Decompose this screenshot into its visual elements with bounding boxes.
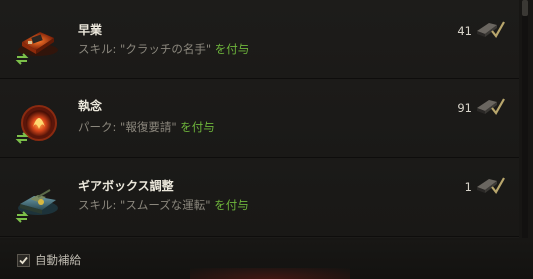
item-description: パーク: "報復要請" を付与 (78, 120, 215, 134)
item-description: スキル: "スムーズな運転" を付与 (78, 198, 249, 212)
item-title: ギアボックス調整 (78, 179, 174, 193)
scrollbar-thumb[interactable] (522, 0, 528, 16)
scrollbar[interactable] (522, 0, 528, 238)
swap-icon (15, 53, 29, 65)
directive-list: 早業 スキル: "クラッチの名手" を付与 41 執念 パーク: "報復要請" … (0, 0, 519, 238)
swap-icon (15, 211, 29, 223)
auto-restock-checkbox[interactable] (17, 254, 30, 267)
swap-icon (15, 132, 29, 144)
item-count: 91 (457, 101, 472, 115)
row-divider (0, 236, 519, 237)
footer-glow (190, 268, 350, 279)
item-description: スキル: "クラッチの名手" を付与 (78, 42, 250, 56)
directive-crate-icon (477, 177, 505, 194)
auto-restock-label[interactable]: 自動補給 (35, 252, 81, 268)
checkmark-icon (19, 256, 28, 265)
item-count: 41 (457, 24, 472, 38)
item-title: 早業 (78, 23, 103, 37)
list-item-clutch[interactable]: 早業 スキル: "クラッチの名手" を付与 41 (0, 0, 519, 79)
item-title: 執念 (78, 99, 103, 113)
list-item-gearbox[interactable]: ギアボックス調整 スキル: "スムーズな運転" を付与 1 (0, 158, 519, 237)
list-item-obsession[interactable]: 執念 パーク: "報復要請" を付与 91 (0, 79, 519, 158)
directive-crate-icon (477, 21, 505, 38)
directive-crate-icon (477, 98, 505, 115)
item-count: 1 (464, 180, 472, 194)
